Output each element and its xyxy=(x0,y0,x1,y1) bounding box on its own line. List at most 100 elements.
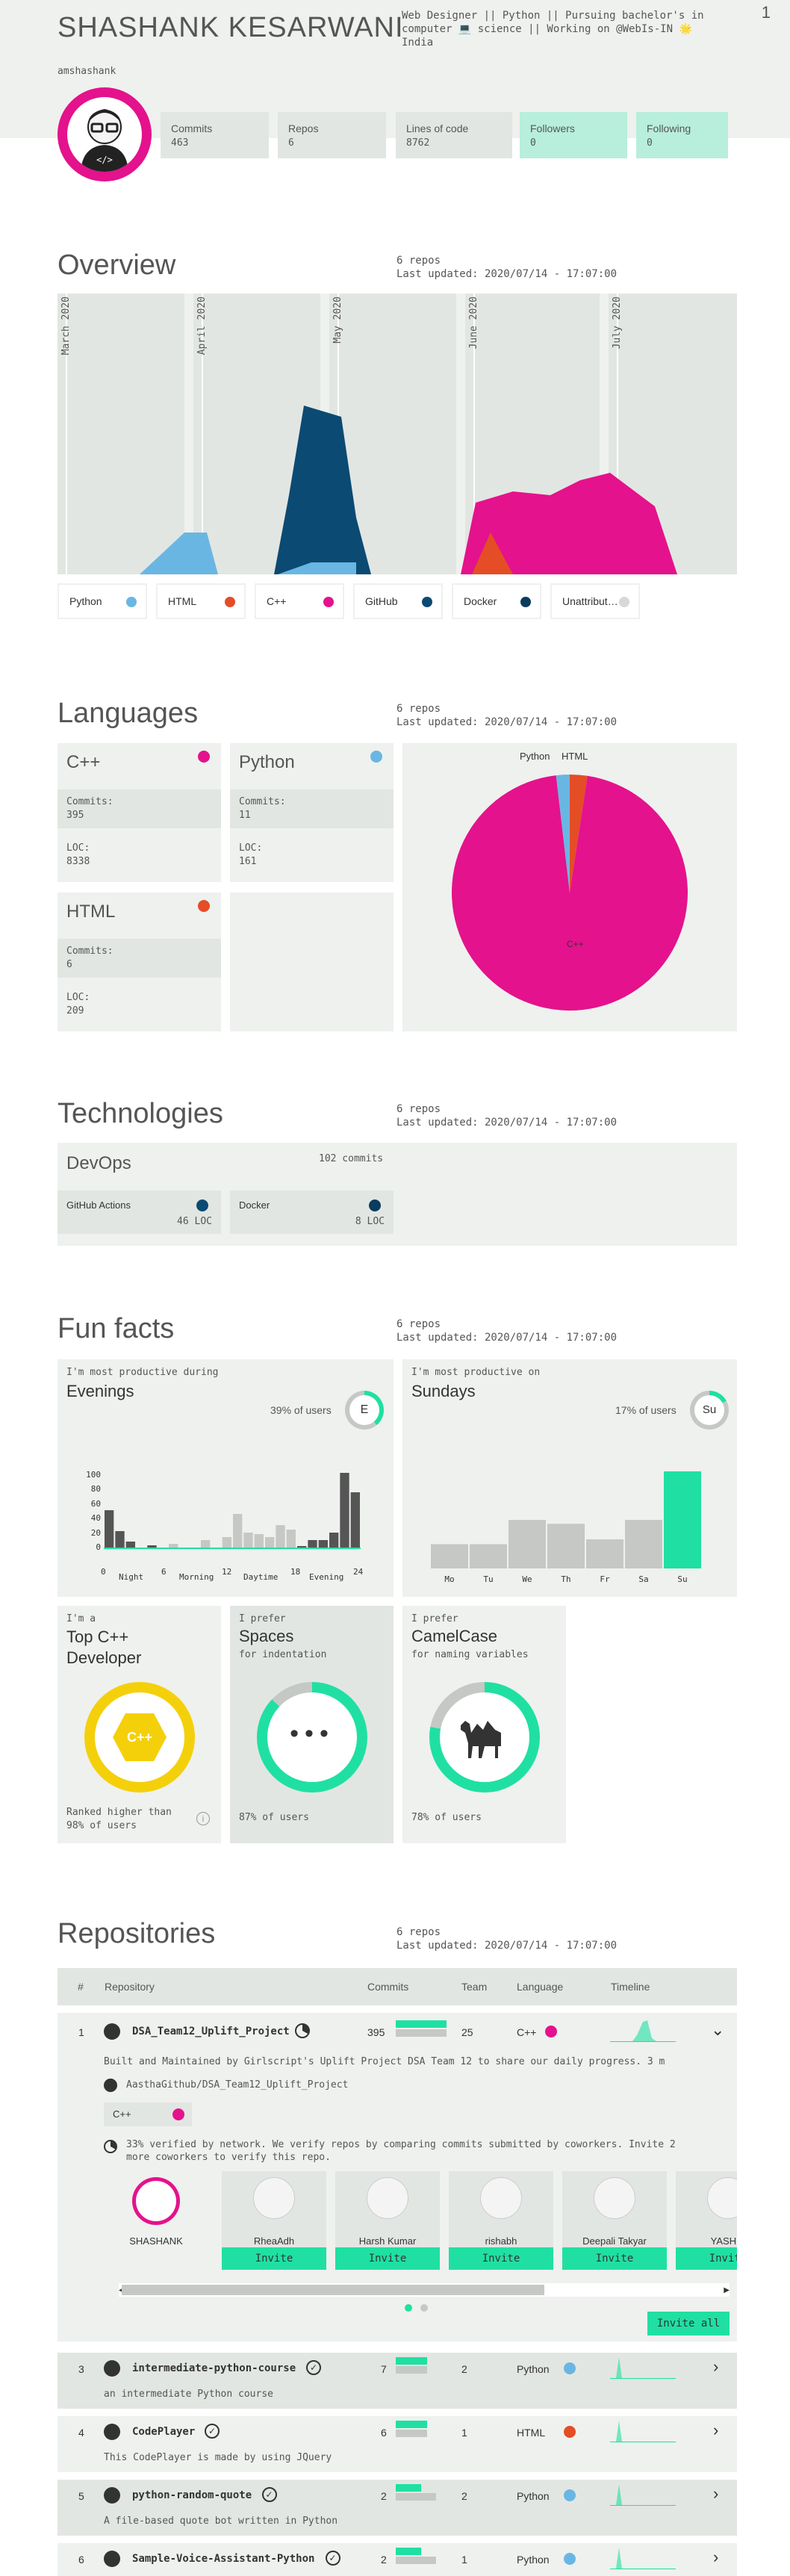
invite-button[interactable]: Invite xyxy=(562,2247,667,2270)
invite-button[interactable]: Invite xyxy=(335,2247,440,2270)
invite-button[interactable]: Invite xyxy=(222,2247,326,2270)
day-label: Sa xyxy=(638,1574,648,1584)
hour-bar xyxy=(233,1514,243,1548)
day-bar xyxy=(625,1520,662,1568)
collapse-chevron-icon[interactable]: ⌄ xyxy=(711,2020,724,2040)
owner-avatar xyxy=(132,2177,180,2225)
page-dot-active[interactable] xyxy=(405,2304,412,2312)
repo-row[interactable]: 4 CodePlayer ✓ 6 1 HTML › This CodePlaye… xyxy=(57,2416,737,2472)
legend-docker[interactable]: Docker xyxy=(452,583,541,619)
day-label: Th xyxy=(561,1574,570,1584)
verified-check-icon: ✓ xyxy=(205,2424,220,2439)
fork-source[interactable]: AasthaGithub/DSA_Team12_Uplift_Project xyxy=(126,2079,348,2091)
stat-following[interactable]: Following 0 xyxy=(636,112,728,158)
repo-row[interactable]: 6 Sample-Voice-Assistant-Python ✓ 2 1 Py… xyxy=(57,2543,737,2576)
github-icon xyxy=(104,2424,120,2440)
hour-bar xyxy=(297,1546,307,1548)
col-language[interactable]: Language xyxy=(517,1981,563,1993)
verified-pie-icon xyxy=(104,2140,117,2153)
tech-group-title: DevOps xyxy=(66,1153,131,1173)
expand-chevron-icon[interactable]: › xyxy=(713,2484,718,2504)
coworker-card: RheaAdh Invite xyxy=(222,2171,326,2270)
expand-chevron-icon[interactable]: › xyxy=(713,2357,718,2377)
coworker-name: Harsh Kumar xyxy=(358,2235,417,2247)
hour-bar xyxy=(115,1531,125,1548)
spaces-card: I prefer Spaces for indentation ••• 87% … xyxy=(230,1606,394,1843)
language-card-cpp: C++ Commits: 395 LOC: 8338 xyxy=(57,743,221,882)
avatar: </> xyxy=(57,87,152,181)
top-cpp-badge: C++ xyxy=(84,1682,195,1793)
legend-html[interactable]: HTML xyxy=(156,583,246,619)
language-chip: C++ xyxy=(104,2102,192,2126)
scrollbar-thumb[interactable] xyxy=(122,2285,544,2295)
page-dot[interactable] xyxy=(420,2304,428,2312)
camel-ring xyxy=(429,1682,540,1793)
info-icon[interactable]: i xyxy=(196,1812,210,1825)
repo-timeline xyxy=(610,2421,676,2442)
invite-button[interactable]: Invite xyxy=(676,2247,737,2270)
coworker-avatar xyxy=(253,2177,295,2219)
repo-description: A file-based quote bot written in Python xyxy=(104,2516,338,2527)
coworker-card: rishabh Invite xyxy=(449,2171,553,2270)
col-timeline: Timeline xyxy=(611,1981,650,1993)
repo-timeline xyxy=(610,2484,676,2506)
camel-icon xyxy=(461,1721,501,1758)
legend-python[interactable]: Python xyxy=(57,583,147,619)
repo-name[interactable]: intermediate-python-course xyxy=(132,2362,296,2374)
col-team[interactable]: Team xyxy=(461,1981,487,1993)
stat-followers[interactable]: Followers 0 xyxy=(520,112,627,158)
language-pie-panel: Python HTML C++ xyxy=(402,743,737,1031)
repositories-meta: 6 repos Last updated: 2020/07/14 - 17:07:… xyxy=(396,1926,618,1952)
verification-pie-icon xyxy=(295,2023,310,2038)
repo-name[interactable]: CodePlayer xyxy=(132,2426,195,2438)
languages-title: Languages xyxy=(57,698,199,729)
day-label: We xyxy=(522,1574,532,1584)
expand-chevron-icon[interactable]: › xyxy=(713,2548,718,2567)
legend-unattributed[interactable]: Unattribut… xyxy=(550,583,640,619)
svg-text:</>: </> xyxy=(96,155,113,165)
hour-bar xyxy=(125,1542,135,1548)
invite-all-button[interactable]: Invite all xyxy=(647,2312,730,2336)
language-color-dot xyxy=(198,900,210,912)
spaces-dots-icon: ••• xyxy=(267,1692,357,1782)
profile-name: SHASHANK KESARWANI xyxy=(57,12,404,43)
invite-button[interactable]: Invite xyxy=(449,2247,553,2270)
month-label: April 2020 xyxy=(196,297,208,356)
month-label: June 2020 xyxy=(468,297,479,350)
expand-chevron-icon[interactable]: › xyxy=(713,2421,718,2440)
repo-description: This CodePlayer is made by using JQuery xyxy=(104,2452,332,2463)
repo-name[interactable]: python-random-quote xyxy=(132,2489,252,2501)
repo-name[interactable]: DSA_Team12_Uplift_Project xyxy=(132,2026,290,2037)
stat-loc: Lines of code 8762 xyxy=(396,112,512,158)
tech-item-github-actions: GitHub Actions 46 LOC xyxy=(57,1191,221,1234)
owner-name: SHASHANK xyxy=(129,2235,183,2247)
day-bar xyxy=(470,1544,507,1568)
col-repository[interactable]: Repository xyxy=(105,1981,155,1993)
scroll-right-icon: ▶ xyxy=(724,2286,730,2294)
horizontal-scrollbar[interactable]: ◀ ▶ xyxy=(119,2283,730,2297)
coworker-name: rishabh xyxy=(485,2235,517,2247)
repo-name[interactable]: Sample-Voice-Assistant-Python xyxy=(132,2553,314,2565)
overview-area-chart xyxy=(57,294,737,574)
col-index: # xyxy=(78,1981,84,1993)
github-icon xyxy=(104,2023,120,2040)
legend-cpp[interactable]: C++ xyxy=(255,583,344,619)
github-icon xyxy=(104,2551,120,2567)
day-label: Fr xyxy=(600,1574,610,1584)
language-color-dot xyxy=(370,751,382,763)
day-bar xyxy=(431,1544,468,1568)
day-bar xyxy=(586,1539,623,1568)
repo-description: Built and Maintained by Girlscript's Upl… xyxy=(104,2056,665,2067)
hour-bar xyxy=(318,1540,328,1548)
stat-commits: Commits 463 xyxy=(161,112,269,158)
repo-row[interactable]: 5 python-random-quote ✓ 2 2 Python › A f… xyxy=(57,2480,737,2536)
repo-description: an intermediate Python course xyxy=(104,2389,273,2400)
coworker-name: Deepali Takyar xyxy=(582,2235,647,2247)
coworker-card: YASHIK Invite xyxy=(676,2171,737,2270)
repo-timeline xyxy=(610,2357,676,2379)
col-commits[interactable]: Commits xyxy=(367,1981,408,1993)
month-label: July 2020 xyxy=(612,297,623,350)
legend-github[interactable]: GitHub xyxy=(353,583,443,619)
hour-bar xyxy=(222,1537,231,1548)
repo-row[interactable]: 3 intermediate-python-course ✓ 7 2 Pytho… xyxy=(57,2353,737,2409)
